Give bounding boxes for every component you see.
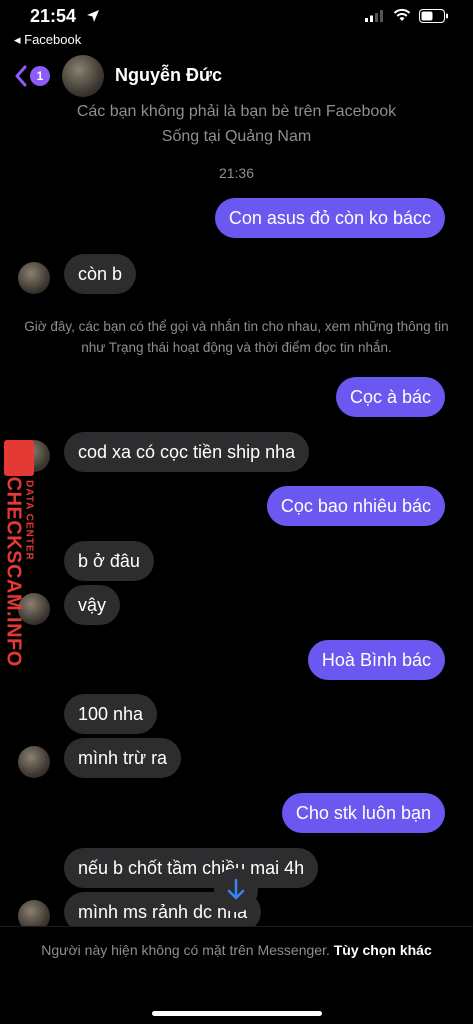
contact-avatar[interactable] [62, 55, 104, 97]
back-to-facebook-link[interactable]: ◂ Facebook [14, 32, 81, 48]
arrow-down-icon [227, 878, 245, 900]
watermark: DATA CENTER CHECKSCAM.INFO [0, 440, 60, 670]
message-received[interactable]: vậy [64, 585, 121, 625]
contact-name[interactable]: Nguyễn Đức [115, 65, 222, 86]
chat-notice: Giờ đây, các bạn có thể gọi và nhắn tin … [24, 319, 449, 355]
back-chevron-icon[interactable] [14, 65, 28, 87]
status-time: 21:54 [30, 6, 77, 26]
message-sent[interactable]: Hoà Bình bác [307, 640, 445, 680]
message-received[interactable]: 100 nha [64, 694, 158, 734]
wifi-icon [393, 8, 411, 21]
location-arrow-icon [87, 10, 99, 22]
scroll-to-bottom-button[interactable] [214, 868, 258, 912]
message-received[interactable]: còn b [64, 254, 137, 294]
message-sent[interactable]: Con asus đỏ còn ko bácc [214, 198, 445, 238]
message-sent[interactable]: Cọc à bác [335, 377, 445, 417]
message-received[interactable]: b ở đâu [64, 541, 154, 581]
home-indicator[interactable] [152, 1011, 322, 1016]
message-received[interactable]: nếu b chốt tầm chiều mai 4h [64, 848, 319, 888]
cellular-signal-icon [365, 10, 383, 22]
status-bar: 21:54 [0, 0, 473, 30]
message-timestamp: 21:36 [218, 165, 255, 181]
watermark-title: CHECKSCAM.INFO [2, 476, 25, 667]
footer-message: Người này hiện không có mặt trên Messeng… [20, 940, 453, 960]
more-options-link[interactable]: Tùy chọn khác [334, 942, 432, 958]
unread-count-badge: 1 [30, 66, 50, 86]
message-sent[interactable]: Cho stk luôn bạn [281, 793, 445, 833]
message-received[interactable]: mình trừ ra [64, 738, 182, 778]
profile-info-location: Sống tại Quảng Nam [161, 128, 312, 145]
watermark-subtitle: DATA CENTER [23, 480, 35, 561]
availability-status: Người này hiện không có mặt trên Messeng… [41, 942, 330, 958]
conversation-header: 1 Nguyễn Đức [0, 54, 473, 98]
sender-avatar[interactable] [18, 746, 50, 778]
profile-info-friends: Các bạn không phải là bạn bè trên Facebo… [76, 103, 397, 120]
sender-avatar[interactable] [18, 262, 50, 294]
message-received[interactable]: cod xa có cọc tiền ship nha [64, 432, 310, 472]
message-sent[interactable]: Cọc bao nhiêu bác [266, 486, 445, 526]
battery-icon [419, 9, 448, 23]
messenger-footer: Người này hiện không có mặt trên Messeng… [0, 926, 473, 1024]
